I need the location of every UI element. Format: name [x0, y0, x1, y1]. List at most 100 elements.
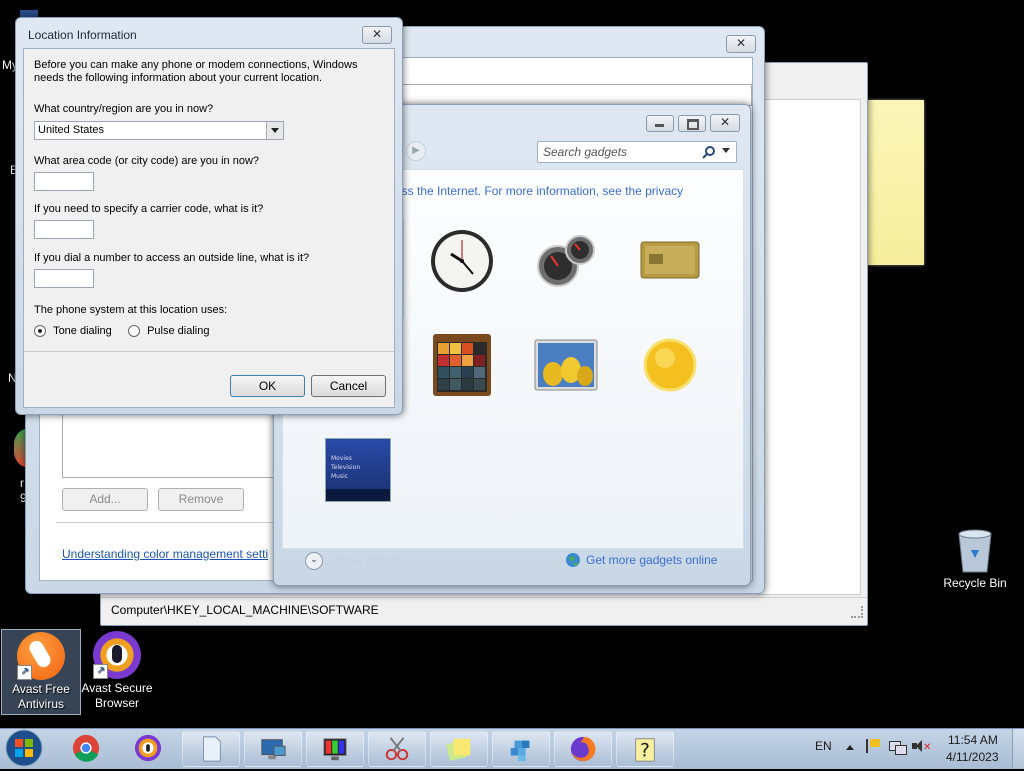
registry-content-pane [757, 99, 861, 595]
media-line-movies: Movies [331, 455, 352, 462]
dialog-title: Location Information [28, 28, 137, 42]
desktop-partial-label-r: r [20, 476, 24, 490]
registry-status-bar: Computer\HKEY_LOCAL_MACHINE\SOFTWARE [101, 597, 867, 624]
sticky-notes-icon [446, 738, 471, 761]
notepad-taskbar-button[interactable] [182, 731, 240, 767]
avast-browser-taskbar-button[interactable] [120, 731, 176, 765]
dropdown-arrow-icon[interactable] [266, 122, 283, 139]
area-code-label: What area code (or city code) are you in… [34, 155, 260, 167]
registry-editor-icon [510, 740, 530, 762]
country-value: United States [38, 124, 105, 136]
avast-secure-browser-shortcut[interactable]: ↗ Avast Secure Browser [78, 629, 156, 713]
restore-icon [687, 119, 699, 130]
show-details-chevron-icon[interactable]: ⌄ [305, 552, 323, 570]
gadgets-search-box[interactable]: Search gadgets [537, 141, 737, 163]
show-details-label[interactable]: Show details [332, 554, 400, 568]
avast-secure-browser-icon [134, 734, 162, 762]
country-label: What country/region are you in now? [34, 103, 214, 115]
chrome-icon [72, 734, 100, 762]
snipping-tool-icon [385, 737, 409, 761]
color-mgmt-divider [56, 522, 286, 523]
display-taskbar-button[interactable] [306, 731, 364, 767]
help-taskbar-button[interactable]: ? [616, 731, 674, 767]
network-icon[interactable] [889, 739, 907, 755]
carrier-code-input[interactable] [34, 220, 94, 239]
avast-antivirus-icon: ↗ [17, 632, 65, 680]
resize-grip-icon [851, 606, 863, 618]
remote-desktop-icon [261, 739, 286, 760]
remove-button[interactable]: Remove [158, 488, 244, 511]
color-mgmt-close-button[interactable]: ✕ [726, 35, 756, 53]
minimize-icon [655, 124, 664, 127]
media-line-television: Television [331, 464, 361, 471]
recycle-bin-label: Recycle Bin [943, 576, 1007, 590]
registry-status-path: Computer\HKEY_LOCAL_MACHINE\SOFTWARE [111, 603, 379, 617]
add-button[interactable]: Add... [62, 488, 148, 511]
currency-gadget[interactable] [637, 228, 703, 294]
dialog-body: Before you can make any phone or modem c… [23, 48, 395, 408]
media-center-gadget[interactable]: Movies Television Music [325, 438, 391, 502]
forward-arrow-icon[interactable]: ▶ [406, 141, 426, 161]
chrome-taskbar-button[interactable] [58, 731, 114, 765]
tone-dialing-label: Tone dialing [53, 325, 112, 338]
weather-gadget[interactable] [637, 332, 703, 398]
pulse-dialing-radio[interactable] [128, 325, 140, 338]
clock-date[interactable]: 4/11/2023 [946, 750, 999, 764]
color-mgmt-help-link[interactable]: Understanding color management setti [62, 547, 274, 561]
language-indicator[interactable]: EN [815, 739, 832, 753]
slide-show-gadget[interactable] [533, 332, 599, 398]
volume-muted-icon[interactable]: ✕ [912, 739, 931, 753]
shortcut-arrow-icon: ↗ [17, 665, 32, 680]
gadgets-search-input[interactable]: Search gadgets [543, 145, 627, 159]
cancel-button[interactable]: Cancel [311, 375, 386, 397]
firefox-taskbar-button[interactable] [554, 731, 612, 767]
help-icon: ? [635, 738, 655, 762]
firefox-icon [570, 736, 596, 762]
start-button[interactable] [4, 728, 46, 768]
restore-button[interactable] [678, 115, 706, 132]
cpu-meter-gadget[interactable] [533, 228, 599, 294]
dialog-close-button[interactable]: ✕ [362, 26, 392, 44]
pulse-dialing-option[interactable]: Pulse dialing [128, 325, 210, 338]
gadgets-close-button[interactable]: ✕ [710, 114, 740, 132]
recycle-bin-icon [958, 529, 992, 573]
clock-gadget[interactable] [429, 228, 495, 294]
windows-logo-icon [5, 729, 43, 767]
recycle-bin-shortcut[interactable]: Recycle Bin [936, 526, 1014, 591]
avast-antivirus-label-2: Antivirus [17, 697, 64, 711]
dialog-divider [24, 351, 394, 352]
avast-browser-icon: ↗ [93, 631, 141, 679]
gadgets-info-text[interactable]: ess the Internet. For more information, … [395, 184, 683, 198]
registry-editor-taskbar-button[interactable] [492, 731, 550, 767]
country-select[interactable]: United States [34, 121, 284, 140]
show-desktop-button[interactable] [1012, 729, 1024, 768]
remote-desktop-taskbar-button[interactable] [244, 731, 302, 767]
avast-free-antivirus-shortcut[interactable]: ↗ Avast Free Antivirus [1, 629, 81, 715]
pulse-dialing-label: Pulse dialing [147, 325, 210, 338]
svg-text:?: ? [640, 740, 650, 761]
action-center-icon[interactable] [866, 739, 882, 753]
show-hidden-icons-icon[interactable] [846, 745, 854, 750]
area-code-input[interactable] [34, 172, 94, 191]
outside-line-label: If you dial a number to access an outsid… [34, 252, 310, 264]
search-icon[interactable] [702, 145, 716, 159]
media-line-music: Music [331, 473, 349, 480]
minimize-button[interactable] [646, 115, 674, 132]
search-dropdown-icon[interactable] [722, 148, 730, 153]
get-more-gadgets-link[interactable]: Get more gadgets online [586, 553, 717, 567]
ok-button[interactable]: OK [230, 375, 305, 397]
color-mgmt-list-box[interactable] [62, 414, 278, 478]
outside-line-input[interactable] [34, 269, 94, 288]
picture-puzzle-gadget[interactable] [429, 332, 495, 398]
location-information-dialog[interactable]: Location Information ✕ Before you can ma… [15, 17, 403, 415]
globe-icon [566, 553, 580, 567]
snipping-tool-taskbar-button[interactable] [368, 731, 426, 767]
tone-dialing-radio[interactable] [34, 325, 46, 338]
clock-time[interactable]: 11:54 AM [948, 733, 998, 747]
sticky-notes-taskbar-button[interactable] [430, 731, 488, 767]
color-mgmt-top-field [400, 84, 752, 106]
phone-system-label: The phone system at this location uses: [34, 304, 228, 316]
carrier-code-label: If you need to specify a carrier code, w… [34, 203, 264, 215]
display-settings-icon [323, 738, 347, 761]
tone-dialing-option[interactable]: Tone dialing [34, 325, 112, 338]
